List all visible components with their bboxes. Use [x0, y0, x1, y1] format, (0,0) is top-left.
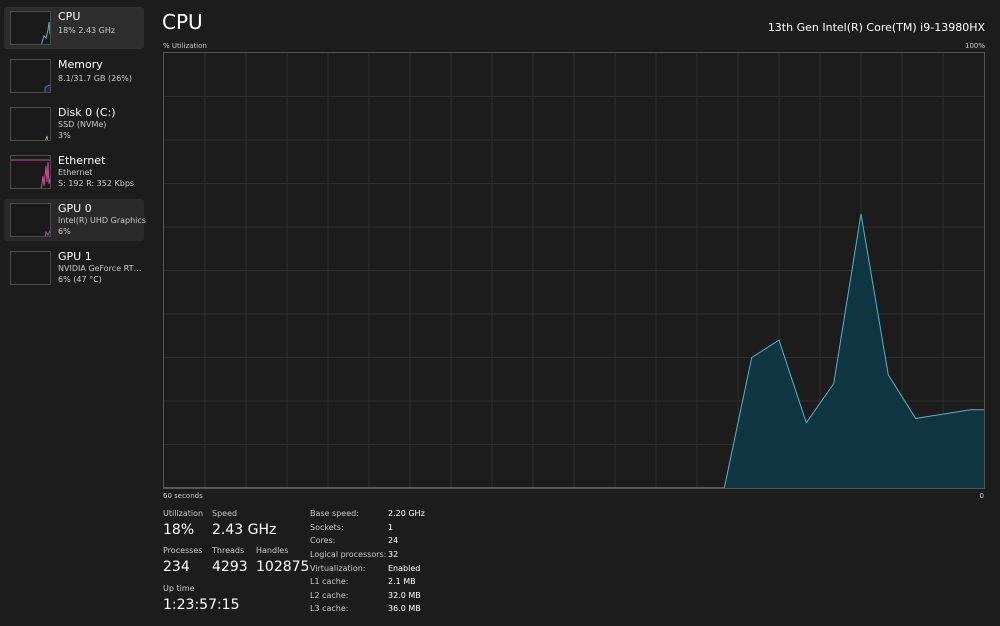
sidebar: CPU 18% 2.43 GHz Memory 8.1/31.7 GB (26%…	[0, 0, 150, 626]
sidebar-item-detail: 6%	[58, 227, 71, 236]
threads-label: Threads	[212, 546, 245, 555]
detail-value-logical-processors: 32	[388, 550, 399, 559]
cpu-utilization-chart	[164, 53, 984, 489]
sidebar-item-detail: Ethernet	[58, 168, 93, 177]
detail-value-cores: 24	[388, 536, 399, 545]
processes-label: Processes	[163, 546, 203, 555]
detail-key-logical-processors: Logical processors:	[310, 550, 387, 559]
detail-value-base-speed: 2.20 GHz	[388, 509, 425, 518]
handles-value: 102875	[256, 559, 310, 575]
sidebar-item-detail: 18% 2.43 GHz	[58, 26, 116, 35]
processes-value: 234	[163, 559, 190, 575]
sidebar-item-memory[interactable]: Memory 8.1/31.7 GB (26%)	[4, 55, 144, 97]
threads-value: 4293	[212, 559, 248, 575]
detail-key-l3-cache: L3 cache:	[310, 604, 349, 613]
cpu-model-name: 13th Gen Intel(R) Core(TM) i9-13980HX	[767, 21, 985, 34]
handles-label: Handles	[256, 546, 289, 555]
sidebar-item-disk-0[interactable]: Disk 0 (C:) SSD (NVMe) 3%	[4, 103, 144, 145]
graph-y-max-label: 100%	[964, 42, 985, 50]
sidebar-item-gpu-1[interactable]: GPU 1 NVIDIA GeForce RTX ... 6% (47 °C)	[4, 247, 146, 289]
detail-value-l2-cache: 32.0 MB	[388, 591, 421, 600]
cpu-thumbnail-graph	[10, 11, 51, 45]
gpu1-thumbnail-graph	[10, 251, 51, 285]
sidebar-item-name: GPU 1	[58, 250, 92, 263]
ethernet-thumbnail-graph	[10, 155, 51, 189]
sidebar-item-ethernet[interactable]: Ethernet Ethernet S: 192 R: 352 Kbps	[4, 151, 144, 193]
detail-key-cores: Cores:	[310, 536, 336, 545]
sidebar-item-detail: 6% (47 °C)	[58, 275, 102, 284]
detail-key-sockets: Sockets:	[310, 523, 344, 532]
sidebar-item-detail: NVIDIA GeForce RTX ...	[58, 264, 146, 273]
sidebar-item-name: Memory	[58, 58, 103, 71]
uptime-label: Up time	[163, 584, 195, 593]
utilization-label: Utilization	[163, 509, 204, 518]
uptime-value: 1:23:57:15	[163, 597, 240, 613]
detail-value-l3-cache: 36.0 MB	[388, 604, 421, 613]
utilization-value: 18%	[163, 522, 195, 538]
detail-value-virtualization: Enabled	[388, 564, 421, 573]
speed-label: Speed	[212, 509, 238, 518]
sidebar-item-name: Ethernet	[58, 154, 106, 167]
detail-key-base-speed: Base speed:	[310, 509, 359, 518]
sidebar-item-detail: 3%	[58, 131, 71, 140]
sidebar-item-name: Disk 0 (C:)	[58, 106, 116, 119]
cpu-utilization-graph	[163, 52, 985, 489]
memory-thumbnail-graph	[10, 59, 51, 93]
speed-value: 2.43 GHz	[212, 522, 277, 538]
sidebar-item-name: GPU 0	[58, 202, 92, 215]
detail-value-l1-cache: 2.1 MB	[388, 577, 416, 586]
graph-x-right-label: 0	[979, 492, 984, 500]
detail-key-l2-cache: L2 cache:	[310, 591, 349, 600]
sidebar-item-gpu-0[interactable]: GPU 0 Intel(R) UHD Graphics 6%	[4, 199, 146, 241]
sidebar-item-name: CPU	[58, 10, 81, 23]
detail-value-sockets: 1	[388, 523, 394, 532]
detail-key-virtualization: Virtualization:	[310, 564, 366, 573]
graph-x-left-label: 60 seconds	[163, 492, 203, 500]
sidebar-item-detail: SSD (NVMe)	[58, 120, 107, 129]
sidebar-item-detail: Intel(R) UHD Graphics	[58, 216, 146, 225]
graph-y-axis-label: % Utilization	[163, 42, 207, 50]
sidebar-item-cpu[interactable]: CPU 18% 2.43 GHz	[4, 7, 144, 49]
page-title: CPU	[162, 10, 203, 34]
gpu0-thumbnail-graph	[10, 203, 51, 237]
detail-key-l1-cache: L1 cache:	[310, 577, 349, 586]
main-panel: CPU 13th Gen Intel(R) Core(TM) i9-13980H…	[150, 0, 1000, 626]
sidebar-item-detail: S: 192 R: 352 Kbps	[58, 179, 135, 188]
sidebar-item-detail: 8.1/31.7 GB (26%)	[58, 74, 133, 83]
disk-thumbnail-graph	[10, 107, 51, 141]
